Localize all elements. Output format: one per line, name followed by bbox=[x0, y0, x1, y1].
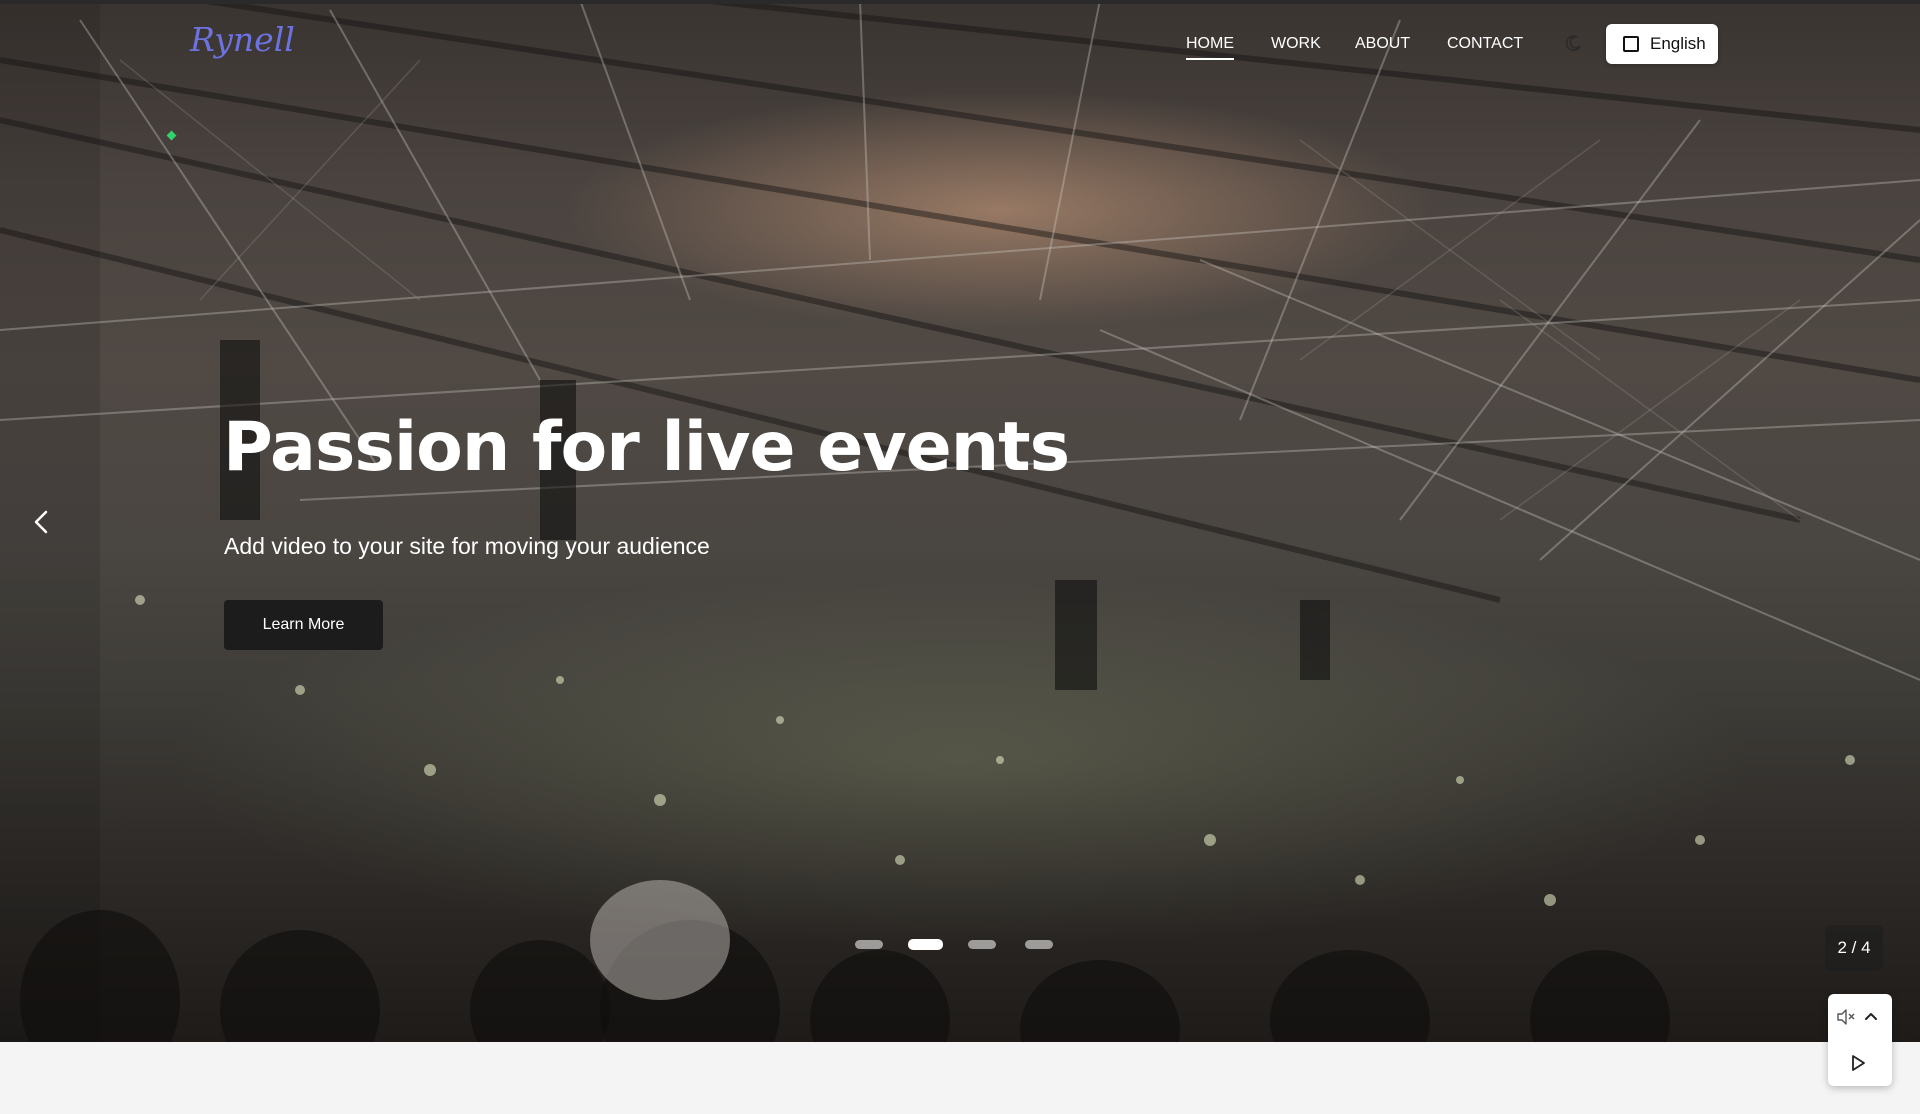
slide-counter: 2 / 4 bbox=[1825, 925, 1883, 971]
hero-title: Passion for live events bbox=[223, 408, 1070, 487]
slide-dot-4[interactable] bbox=[1025, 940, 1053, 949]
slide-dot-3[interactable] bbox=[968, 940, 996, 949]
site-logo[interactable]: Rynell bbox=[190, 20, 295, 59]
language-label: English bbox=[1650, 34, 1706, 53]
nav-home[interactable]: HOME bbox=[1186, 35, 1234, 60]
speaker-muted-icon[interactable] bbox=[1836, 1008, 1856, 1026]
chevron-left-icon[interactable] bbox=[30, 508, 54, 536]
top-border bbox=[0, 0, 1920, 4]
language-button[interactable]: English bbox=[1606, 24, 1718, 64]
chevron-up-icon[interactable] bbox=[1864, 1010, 1878, 1022]
nav-about[interactable]: ABOUT bbox=[1355, 35, 1410, 53]
media-control-panel bbox=[1828, 994, 1892, 1086]
learn-more-button[interactable]: Learn More bbox=[224, 600, 383, 650]
moon-icon[interactable] bbox=[1565, 34, 1583, 52]
play-icon[interactable] bbox=[1850, 1054, 1866, 1072]
slide-dot-1[interactable] bbox=[855, 940, 883, 949]
nav-contact[interactable]: CONTACT bbox=[1447, 35, 1523, 53]
nav-work[interactable]: WORK bbox=[1271, 35, 1321, 53]
checkbox-square-icon bbox=[1623, 36, 1639, 52]
roof-truss-background bbox=[0, 0, 1920, 1042]
hero-section: Rynell HOME WORK ABOUT CONTACT English P… bbox=[0, 0, 1920, 1042]
slide-dot-2[interactable] bbox=[908, 939, 943, 950]
hero-subtitle: Add video to your site for moving your a… bbox=[224, 533, 710, 559]
